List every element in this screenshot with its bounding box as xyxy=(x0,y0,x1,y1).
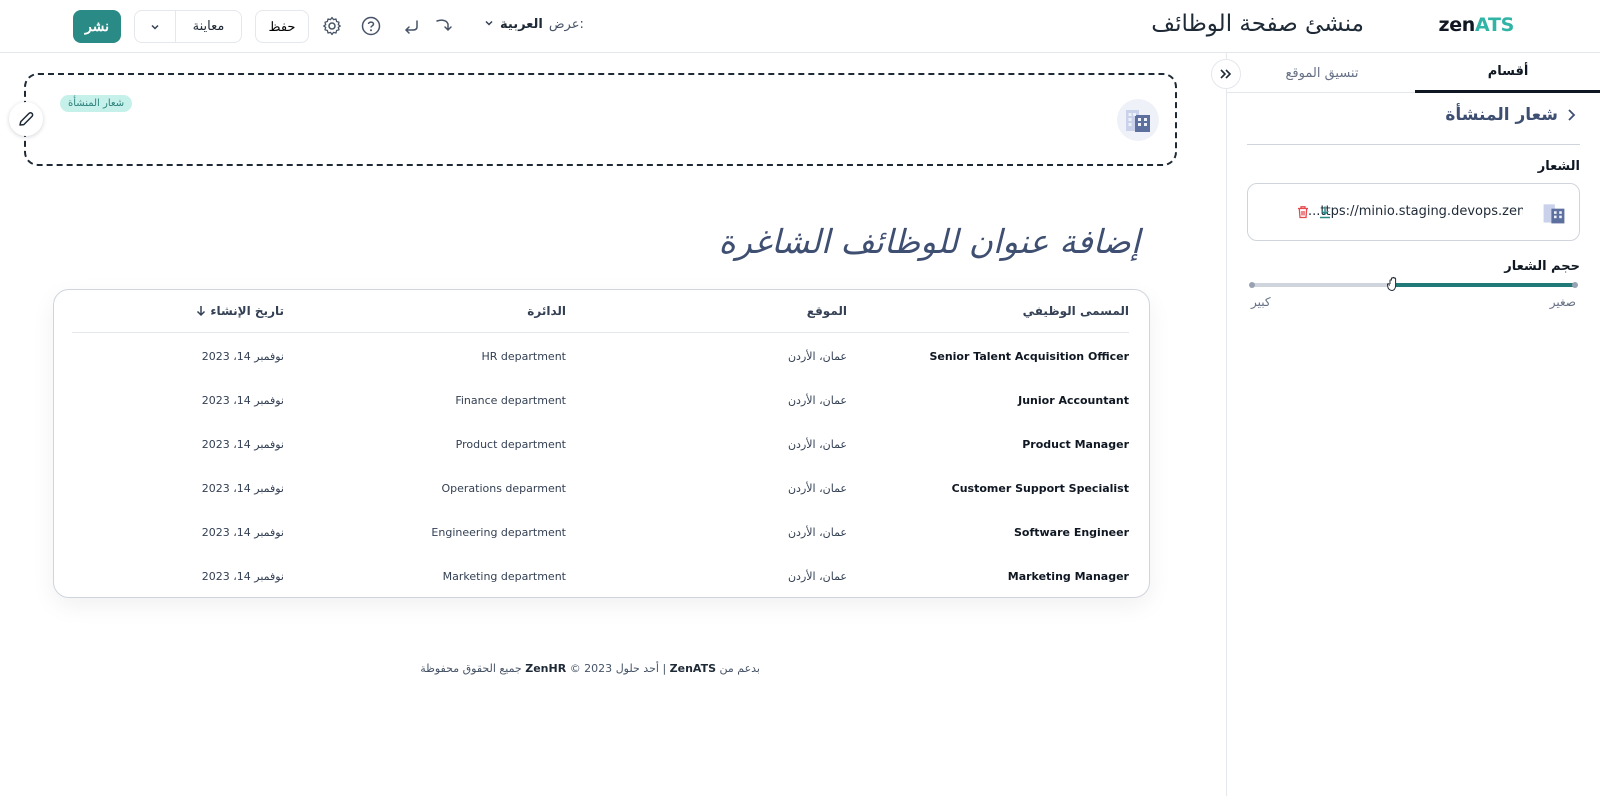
slider-handle-grab-icon[interactable] xyxy=(1385,275,1403,293)
footer-one-of: أحد حلول xyxy=(615,662,659,675)
view-language-prefix: عرض: xyxy=(548,17,584,32)
brand-zen: zen xyxy=(1438,14,1476,36)
logo-size-slider[interactable] xyxy=(1249,276,1578,292)
section-tag: شعار المنشأة xyxy=(60,95,133,112)
table-row[interactable]: Customer Support Specialist عمان، الأردن… xyxy=(72,482,1129,526)
job-location: عمان، الأردن xyxy=(787,438,847,451)
table-row[interactable]: Product Manager عمان، الأردن Product dep… xyxy=(72,438,1129,482)
job-department: HR department xyxy=(481,350,567,363)
job-created-date: نوفمبر 14، 2023 xyxy=(201,438,284,451)
job-title: Junior Accountant xyxy=(1018,394,1129,407)
job-title: Software Engineer xyxy=(1014,526,1129,539)
page-footer: بدعم من ZenATS | أحد حلول ZenHR © 2023 ج… xyxy=(420,662,760,675)
job-created-date: نوفمبر 14، 2023 xyxy=(201,570,284,583)
chevron-left-icon xyxy=(1568,109,1576,121)
preview-options-dropdown[interactable] xyxy=(135,11,176,42)
slider-max-label: كبير xyxy=(1251,295,1271,309)
job-title: Product Manager xyxy=(1022,438,1129,451)
tab-sections[interactable]: أقسام xyxy=(1415,53,1600,93)
save-button[interactable]: حفظ xyxy=(255,10,309,43)
jobs-table-card: المسمى الوظيفي الموقع الدائرة تاريخ الإن… xyxy=(53,289,1150,598)
job-title: Marketing Manager xyxy=(1007,570,1129,583)
preview-button-group: معاينة xyxy=(134,10,242,43)
settings-gear-icon[interactable] xyxy=(321,15,343,37)
double-chevron-right-icon xyxy=(1220,69,1232,79)
column-header-created-label: تاريخ الإنشاء xyxy=(210,304,284,318)
job-location: عمان، الأردن xyxy=(787,526,847,539)
download-icon[interactable] xyxy=(1318,204,1332,223)
job-department: Finance department xyxy=(455,394,566,407)
undo-icon[interactable] xyxy=(400,15,422,37)
trash-icon[interactable] xyxy=(1296,204,1310,223)
job-title: Senior Talent Acquisition Officer xyxy=(929,350,1129,363)
logo-url: ...ttps://minio.staging.devops.zenh xyxy=(1308,204,1523,219)
job-created-date: نوفمبر 14، 2023 xyxy=(201,350,284,363)
section-title: شعار المنشأة xyxy=(1445,105,1558,125)
sort-arrow-down-icon xyxy=(197,306,206,317)
view-language-value: العربية xyxy=(500,17,543,32)
footer-powered-by: بدعم من xyxy=(719,662,760,675)
table-row[interactable]: Junior Accountant عمان، الأردن Finance d… xyxy=(72,394,1129,438)
table-row[interactable]: Software Engineer عمان، الأردن Engineeri… xyxy=(72,526,1129,570)
table-row[interactable]: Senior Talent Acquisition Officer عمان، … xyxy=(72,350,1129,394)
jobs-heading[interactable]: إضافة عنوان للوظائف الشاغرة xyxy=(719,222,1140,261)
collapse-panel-button[interactable] xyxy=(1211,59,1241,89)
column-header-created[interactable]: تاريخ الإنشاء xyxy=(196,304,284,318)
app-title: منشئ صفحة الوظائف xyxy=(1151,11,1364,37)
top-bar: zenATS منشئ صفحة الوظائف العربية عرض: حف… xyxy=(0,0,1600,53)
chevron-down-icon xyxy=(484,17,494,32)
brand-logo: zenATS xyxy=(1438,14,1514,36)
slider-min-label: صغير xyxy=(1549,295,1576,309)
table-row[interactable]: Marketing Manager عمان، الأردن Marketing… xyxy=(72,570,1129,614)
company-logo-section[interactable]: شعار المنشأة xyxy=(24,73,1177,166)
editor-side-panel: أقسام تنسيق الموقع شعار المنشأة الشعار .… xyxy=(1211,53,1600,796)
footer-product: ZenATS xyxy=(669,662,717,675)
job-location: عمان، الأردن xyxy=(787,570,847,583)
panel-tabs: أقسام تنسيق الموقع xyxy=(1227,53,1600,93)
brand-ats: ATS xyxy=(1475,14,1514,36)
logo-field-label: الشعار xyxy=(1537,159,1580,174)
job-location: عمان، الأردن xyxy=(787,350,847,363)
job-location: عمان، الأردن xyxy=(787,482,847,495)
job-location: عمان، الأردن xyxy=(787,394,847,407)
job-created-date: نوفمبر 14، 2023 xyxy=(201,526,284,539)
edit-section-button[interactable] xyxy=(9,102,43,136)
divider xyxy=(1247,144,1580,145)
preview-button[interactable]: معاينة xyxy=(176,11,241,42)
table-header-row: المسمى الوظيفي الموقع الدائرة تاريخ الإن… xyxy=(72,290,1129,333)
column-header-title[interactable]: المسمى الوظيفي xyxy=(1023,304,1129,318)
chevron-down-icon xyxy=(151,24,159,30)
job-created-date: نوفمبر 14، 2023 xyxy=(201,482,284,495)
redo-icon[interactable] xyxy=(432,15,454,37)
job-department: Engineering department xyxy=(431,526,566,539)
slider-end-dot xyxy=(1572,282,1578,288)
slider-fill xyxy=(1394,283,1576,287)
help-icon[interactable] xyxy=(360,15,382,37)
publish-button[interactable]: نشر xyxy=(73,10,121,43)
job-department: Marketing department xyxy=(442,570,566,583)
logo-thumbnail-building-icon xyxy=(1541,200,1567,230)
slider-end-dot xyxy=(1249,282,1255,288)
logo-size-label: حجم الشعار xyxy=(1504,259,1580,274)
footer-separator: | xyxy=(662,662,667,675)
footer-rights: © 2023 جميع الحقوق محفوظة xyxy=(420,662,613,675)
job-department: Operations deparment xyxy=(441,482,566,495)
footer-company: ZenHR xyxy=(525,662,567,675)
column-header-location[interactable]: الموقع xyxy=(807,304,847,318)
view-language-select[interactable]: العربية عرض: xyxy=(484,17,584,32)
job-department: Product department xyxy=(455,438,566,451)
company-building-icon xyxy=(1117,99,1159,141)
job-created-date: نوفمبر 14، 2023 xyxy=(201,394,284,407)
logo-upload-field: ...ttps://minio.staging.devops.zenh xyxy=(1247,183,1580,241)
pencil-icon xyxy=(19,112,34,126)
column-header-department[interactable]: الدائرة xyxy=(527,304,566,318)
job-title: Customer Support Specialist xyxy=(951,482,1129,495)
tab-site-styling[interactable]: تنسيق الموقع xyxy=(1229,53,1415,93)
section-back-link[interactable]: شعار المنشأة xyxy=(1445,105,1576,125)
